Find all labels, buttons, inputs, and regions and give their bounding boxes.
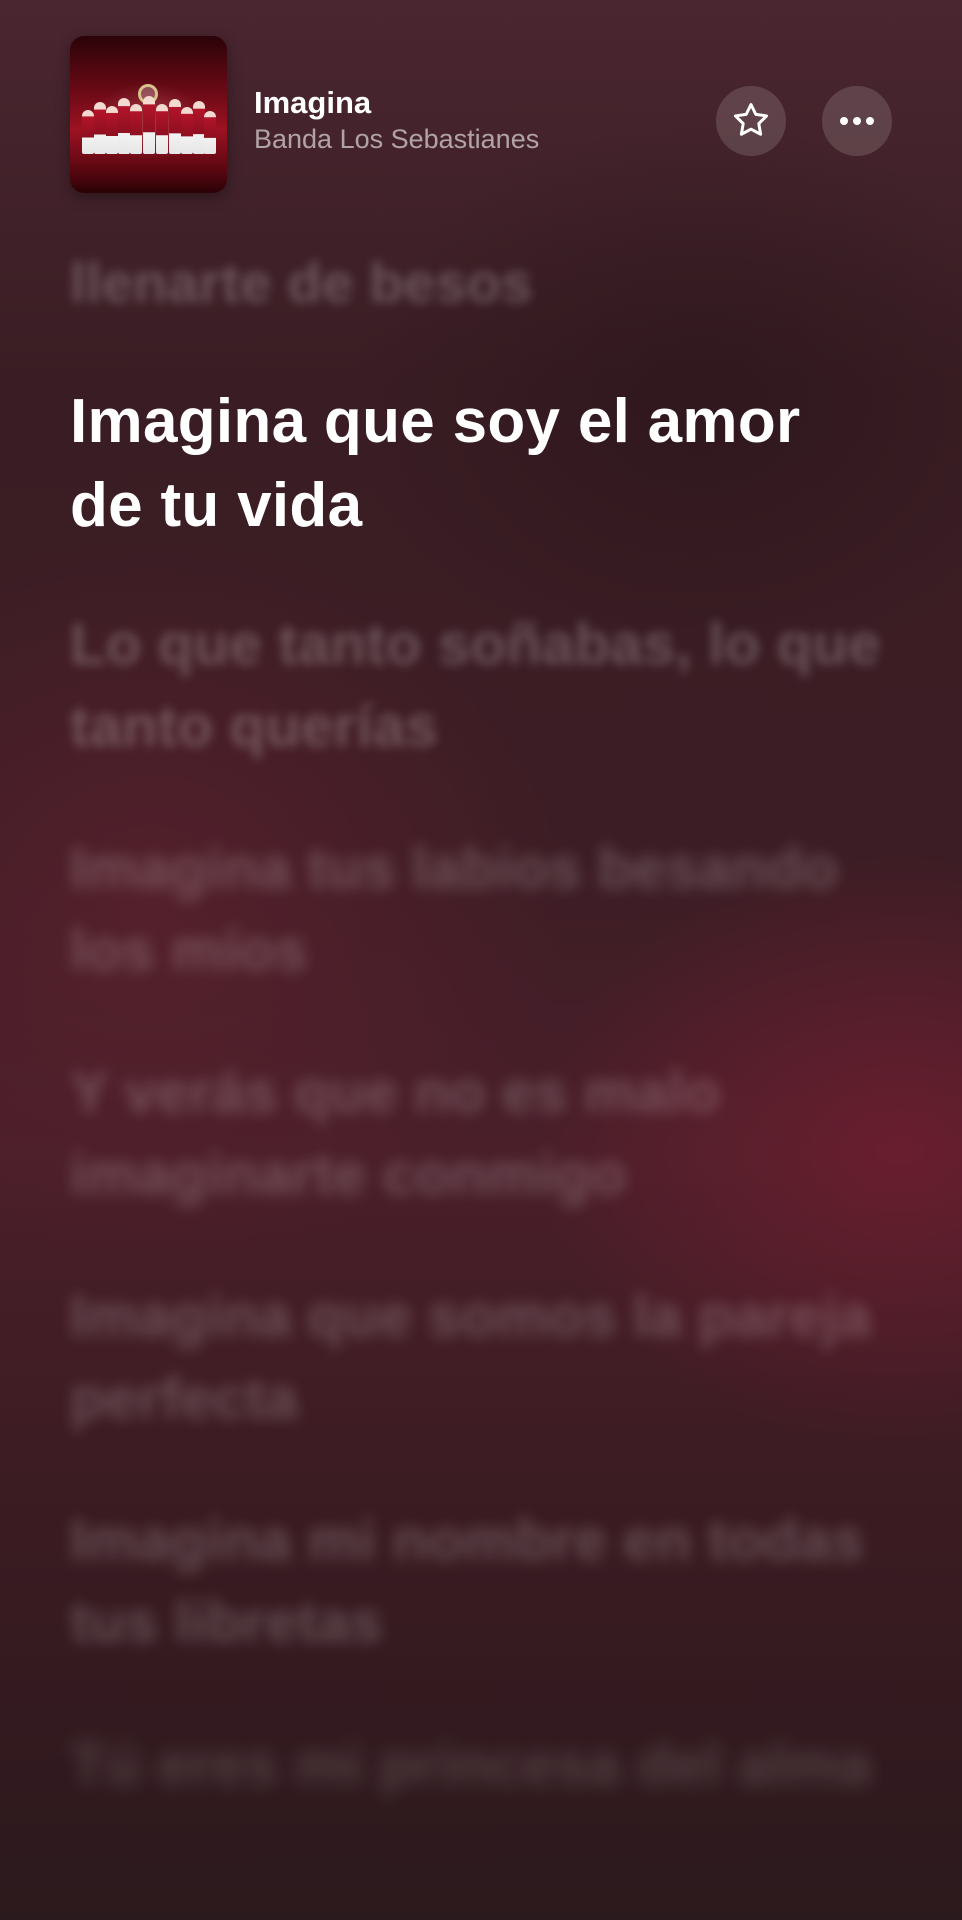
lyric-line-active[interactable]: Imagina que soy el amor de tu vida xyxy=(70,380,890,548)
lyrics-view[interactable]: llenarte de besos Imagina que soy el amo… xyxy=(70,0,900,1920)
lyric-line[interactable]: Imagina tus labios besando los míos xyxy=(70,828,890,992)
lyric-line[interactable]: Tú eres mi princesa del alma xyxy=(70,1724,890,1806)
lyric-line[interactable]: Imagina que somos la pareja perfecta xyxy=(70,1276,890,1440)
lyric-line[interactable]: Lo que tanto soñabas, lo que tanto querí… xyxy=(70,604,890,768)
lyric-line[interactable]: llenarte de besos xyxy=(70,244,890,322)
lyric-line[interactable]: Imagina mi nombre en todas tus libretas xyxy=(70,1500,890,1664)
lyric-line[interactable]: Y verás que no es malo imaginarte conmig… xyxy=(70,1052,890,1216)
